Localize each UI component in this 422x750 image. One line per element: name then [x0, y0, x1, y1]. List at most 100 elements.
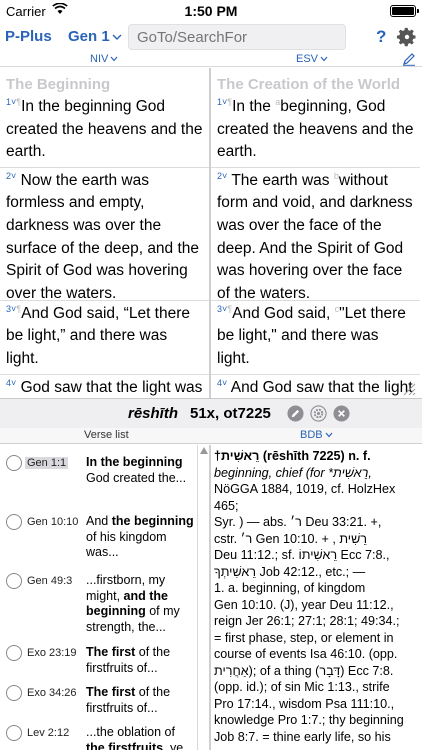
resize-handle-icon[interactable]: [402, 382, 416, 396]
right-version-label: ESV: [296, 53, 319, 65]
lexicon-source-label: BDB: [300, 429, 323, 441]
verse-checkbox[interactable]: [6, 645, 22, 661]
lexicon-entry[interactable]: †רֵאשִׁית (rēshīth 7225) n. f. beginning…: [214, 448, 418, 750]
book-chapter-selector[interactable]: Gen 1: [68, 28, 122, 45]
scroll-up-icon[interactable]: [200, 447, 208, 454]
list-item[interactable]: Lev 2:12 ...the oblation of the firstfru…: [0, 715, 197, 750]
list-item[interactable]: Exo 23:19 The first of the firstfruits o…: [0, 635, 197, 675]
verse-snippet: ...firstborn, my might, and the beginnin…: [86, 573, 180, 634]
verse-number[interactable]: 3˅: [6, 304, 16, 314]
list-item[interactable]: Gen 1:1 In the beginning God created the…: [0, 445, 197, 504]
lexicon-bar: rēshīth 51x, ot7225: [0, 398, 422, 428]
verse-text: The earth was: [231, 171, 334, 189]
verse-text: And God said, “Let there be light,” and …: [6, 304, 191, 367]
lexicon-subheader: Verse list BDB: [0, 428, 422, 444]
lexicon-line: Syr. ) — abs. ר׳ Deu 33:21. +,: [214, 515, 382, 529]
settings-icon[interactable]: [310, 405, 327, 422]
left-version-label: NIV: [90, 53, 109, 65]
list-item[interactable]: Exo 34:26 The first of the firstfruits o…: [0, 675, 197, 715]
lexicon-source-selector[interactable]: BDB: [300, 429, 333, 441]
verse-snippet: The first of the firstfruits of...: [86, 685, 171, 715]
verse-item[interactable]: 1˅¶In the abeginning, God created the he…: [211, 94, 420, 168]
close-icon[interactable]: [333, 405, 350, 422]
lexicon-line: (opp. id.); of sin Mic 1:13., strife: [214, 680, 390, 694]
chevron-down-icon: [325, 432, 333, 438]
verse-item[interactable]: 4˅ And God saw that the light was good. …: [211, 375, 420, 398]
lexicon-divider: [209, 445, 211, 750]
left-version-selector[interactable]: NIV: [90, 53, 118, 65]
lexicon-line: cstr. ר׳ Gen 10:10. + , רֵשִׁית: [214, 531, 367, 546]
verse-item[interactable]: 1˅¶In the beginning God created the heav…: [0, 94, 209, 168]
verse-checkbox[interactable]: [6, 514, 22, 530]
verse-number[interactable]: 2˅: [6, 171, 16, 181]
lexicon-line: reign Jer 26:1; 27:1; 28:1; 49:34.;: [214, 614, 400, 628]
list-item[interactable]: Gen 49:3 ...firstborn, my might, and the…: [0, 563, 197, 635]
verse-text: And God said,: [232, 304, 335, 322]
verse-text: In the beginning God created the heavens…: [6, 98, 203, 161]
verse-number[interactable]: 4˅: [217, 377, 227, 387]
verse-text: And God saw that the light was good. And…: [230, 378, 413, 396]
verse-text: without form and void, and darkness was …: [217, 171, 413, 302]
app-title[interactable]: P-Plus: [5, 28, 52, 45]
book-chapter-label: Gen 1: [68, 28, 110, 45]
chevron-down-icon: [112, 34, 122, 40]
verse-list-scrollbar[interactable]: [197, 445, 209, 750]
lexicon-word: rēshīth: [128, 405, 179, 422]
lexicon-line: knowledge Pro 1:7.; thy beginning: [214, 713, 404, 727]
right-version-selector[interactable]: ESV: [296, 53, 328, 65]
verse-reference[interactable]: Exo 23:19: [25, 647, 79, 659]
verse-number[interactable]: 1˅: [6, 97, 16, 107]
pen-icon[interactable]: [402, 52, 416, 66]
verse-reference[interactable]: Lev 2:12: [25, 727, 71, 739]
verse-text: Now the earth was formless and empty, da…: [6, 171, 200, 302]
search-input[interactable]: [128, 24, 346, 50]
chevron-down-icon: [320, 56, 328, 62]
lexicon-line: 1. a. beginning, of kingdom: [214, 581, 366, 595]
verse-reference[interactable]: Gen 49:3: [25, 575, 74, 587]
battery-icon: [390, 5, 419, 17]
verse-number[interactable]: 2˅: [217, 171, 227, 181]
verse-item[interactable]: 3˅¶And God said, “Let there be light,” a…: [0, 301, 209, 375]
left-bible-column[interactable]: The Beginning 1˅¶In the beginning God cr…: [0, 68, 209, 398]
list-item[interactable]: Gen 10:10 And the beginning of his kingd…: [0, 504, 197, 563]
lexicon-line: Job 8:7. = thine early life, so his: [214, 729, 391, 744]
verse-number[interactable]: 4˅: [6, 377, 16, 387]
lexicon-line: Pro 17:14., wisdom Psa 111:10.,: [214, 696, 395, 711]
section-heading: The Creation of the World: [217, 76, 401, 93]
verse-checkbox[interactable]: [6, 455, 22, 471]
verse-list-label: Verse list: [84, 429, 129, 441]
verse-reference[interactable]: Gen 10:10: [25, 516, 80, 528]
verse-item[interactable]: 3˅¶And God said, c"Let there be light," …: [211, 301, 420, 375]
gear-icon[interactable]: [396, 26, 418, 48]
verse-snippet: In the beginning God created the...: [86, 455, 187, 485]
verse-number[interactable]: 3˅: [217, 304, 227, 314]
verse-reference[interactable]: Gen 1:1: [25, 457, 69, 469]
verse-list[interactable]: Gen 1:1 In the beginning God created the…: [0, 445, 197, 750]
verse-reference[interactable]: Exo 34:26: [25, 687, 79, 699]
verse-snippet: The first of the firstfruits of...: [86, 645, 171, 675]
verse-item[interactable]: 4˅ God saw that the light was good, and …: [0, 375, 209, 398]
lexicon-line: †רֵאשִׁית (rēshīth 7225) n. f.: [214, 449, 371, 463]
verse-number[interactable]: 1˅: [217, 97, 227, 107]
lexicon-line: course of events Isa 46:10. (opp.: [214, 647, 398, 661]
status-bar: Carrier 1:50 PM: [0, 0, 422, 22]
verse-item[interactable]: 2˅ The earth was bwithout form and void,…: [211, 168, 420, 302]
verse-item[interactable]: 2˅ Now the earth was formless and empty,…: [0, 168, 209, 302]
lexicon-line: אַחֲרִית); of a thing (דָּבָר) Ecc 7:8.: [214, 663, 394, 678]
verse-checkbox[interactable]: [6, 685, 22, 701]
verse-snippet: ...the oblation of the firstfruits, ye: [86, 725, 184, 750]
section-heading: The Beginning: [6, 76, 111, 93]
verse-checkbox[interactable]: [6, 573, 22, 589]
lexicon-line: NöGGA 1884, 1019, cf. HolzHex 465;: [214, 482, 396, 513]
lexicon-line: beginning, chief (for *רֵאשִׁית,: [214, 465, 372, 480]
right-bible-column[interactable]: The Creation of the World 1˅¶In the abeg…: [211, 68, 420, 398]
help-button[interactable]: ?: [376, 27, 386, 47]
edit-icon[interactable]: [287, 405, 304, 422]
verse-checkbox[interactable]: [6, 725, 22, 741]
lexicon-line: Deu 11:12.; sf. רֵאשִׁיתוֹ Ecc 7:8.,: [214, 548, 390, 562]
verse-text: God saw that the light was good, and he …: [20, 378, 203, 396]
lexicon-count: 51x, ot7225: [190, 405, 271, 422]
chevron-down-icon: [110, 56, 118, 62]
lexicon-line: Gen 10:10. (J), year Deu 11:12.,: [214, 597, 394, 612]
parallel-bible-view: The Beginning 1˅¶In the beginning God cr…: [0, 68, 422, 398]
